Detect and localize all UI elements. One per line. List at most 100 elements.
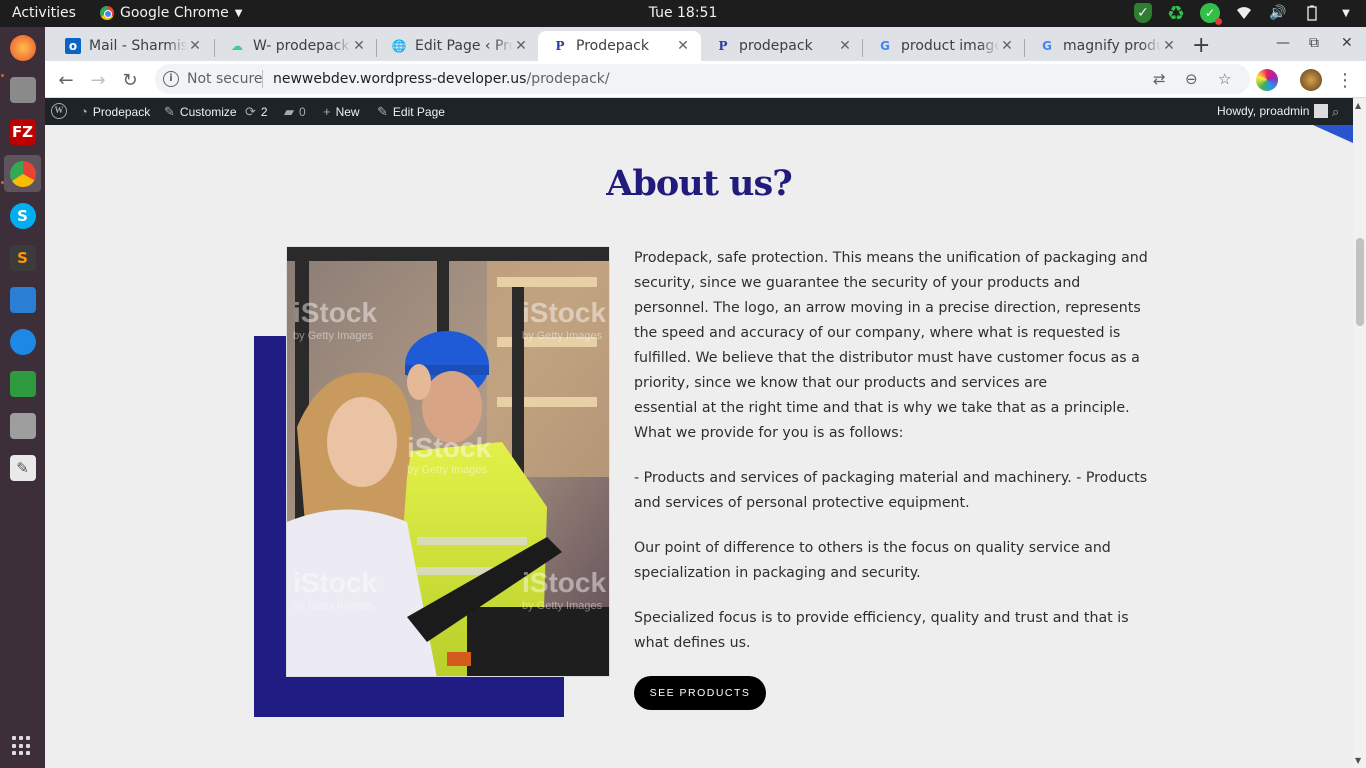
tab-product-image[interactable]: G product image ✕ [863, 31, 1025, 61]
text-editor-icon: ✎ [9, 454, 36, 481]
spreadsheet-icon [9, 370, 36, 397]
new-tab-button[interactable]: + [1192, 33, 1210, 58]
close-icon[interactable]: ✕ [351, 38, 367, 54]
minimize-button[interactable]: — [1276, 35, 1290, 51]
svg-text:by Getty Images: by Getty Images [522, 330, 603, 342]
libreoffice-writer-launcher[interactable] [4, 281, 41, 318]
network-launcher[interactable] [4, 323, 41, 360]
chrome-menu-icon[interactable]: ⋮ [1333, 68, 1357, 92]
volume-icon[interactable]: 🔊 [1268, 3, 1288, 23]
skype-launcher[interactable]: S [4, 197, 41, 234]
page-scrollbar[interactable]: ▲ ▼ [1353, 98, 1366, 768]
files-launcher[interactable] [4, 71, 41, 108]
tab-label: Edit Page ‹ Pro [415, 38, 513, 54]
sync-icon[interactable]: ♻ [1166, 1, 1186, 25]
filezilla-icon: FZ [9, 118, 36, 145]
comments-count: 0 [299, 105, 306, 119]
p-logo-icon: P [555, 39, 565, 53]
close-icon[interactable]: ✕ [675, 38, 691, 54]
info-icon[interactable]: i [163, 71, 179, 87]
wp-comments[interactable]: ▰ 0 [284, 104, 306, 120]
about-text: Prodepack, safe protection. This means t… [634, 246, 1149, 676]
bookmark-star-icon[interactable]: ☆ [1218, 70, 1231, 88]
security-label[interactable]: Not secure [187, 71, 263, 87]
updates-count: 2 [260, 105, 268, 119]
wp-new[interactable]: + New [323, 104, 360, 119]
url-path: /prodepack/ [526, 71, 610, 87]
close-icon[interactable]: ✕ [513, 38, 529, 54]
zoom-icon[interactable]: ⊖ [1185, 70, 1198, 88]
wp-search[interactable]: ⌕ [1332, 104, 1339, 120]
tab-magnify-product[interactable]: G magnify produc ✕ [1025, 31, 1187, 61]
spreadsheet-launcher[interactable] [4, 365, 41, 402]
translate-icon[interactable]: ⇄ [1153, 70, 1166, 88]
close-icon[interactable]: ✕ [1161, 38, 1177, 54]
about-paragraph: Specialized focus is to provide efficien… [634, 610, 1129, 651]
back-button[interactable]: ← [54, 68, 78, 92]
wp-edit-page[interactable]: ✎ Edit Page [377, 104, 445, 120]
svg-text:by Getty Images: by Getty Images [293, 330, 374, 342]
tab-prodepack-active[interactable]: P Prodepack ✕ [538, 31, 701, 61]
google-icon: G [880, 39, 890, 53]
tab-edit-page[interactable]: 🌐 Edit Page ‹ Pro ✕ [377, 31, 539, 61]
show-applications-icon[interactable] [12, 736, 32, 756]
url-text[interactable]: newwebdev.wordpress-developer.us/prodepa… [273, 71, 610, 87]
network-icon [9, 328, 36, 355]
corner-accent-decoration [1313, 125, 1353, 143]
activities-button[interactable]: Activities [12, 5, 76, 21]
tab-prodepack[interactable]: P prodepack ✕ [701, 31, 863, 61]
text-editor-launcher[interactable]: ✎ [4, 449, 41, 486]
skype-icon: S [9, 202, 36, 229]
chrome-icon [100, 6, 114, 20]
wp-my-account[interactable]: Howdy, proadmin [1217, 104, 1329, 118]
svg-text:iStock: iStock [522, 567, 606, 598]
shield-icon[interactable]: ✓ [1134, 3, 1152, 23]
tab-mail[interactable]: o Mail - Sharmist ✕ [51, 31, 213, 61]
address-bar[interactable]: i Not secure newwebdev.wordpress-develop… [155, 64, 1250, 94]
page-content: About us? iStock by Getty Images iStock … [45, 125, 1353, 768]
firefox-launcher[interactable] [4, 29, 41, 66]
battery-icon[interactable] [1302, 3, 1322, 23]
restore-button[interactable]: ⧉ [1309, 35, 1319, 51]
chevron-down-icon: ▼ [234, 7, 243, 19]
close-window-button[interactable]: ✕ [1341, 35, 1353, 51]
tab-w-prodepack[interactable]: ☁ W- prodepack ✕ [215, 31, 377, 61]
forward-button[interactable]: → [86, 68, 110, 92]
color-picker-extension-icon[interactable] [1256, 69, 1278, 91]
chrome-icon [9, 160, 36, 187]
app-menu-label: Google Chrome [120, 5, 229, 21]
system-tray: ✓ ♻ ✓ 🔊 ▼ [1134, 1, 1356, 25]
scroll-up-arrow-icon[interactable]: ▲ [1355, 101, 1361, 110]
wp-admin-bar: W ◔ Prodepack ✎ Customize ⟳ 2 ▰ 0 + New ✎ Edit… [45, 98, 1353, 125]
scrollbar-thumb[interactable] [1356, 238, 1364, 326]
check-status-icon[interactable]: ✓ [1200, 3, 1222, 25]
avatar [1314, 104, 1329, 118]
wp-logo-menu[interactable]: W [51, 103, 67, 119]
printer-launcher[interactable] [4, 407, 41, 444]
tab-label: W- prodepack [253, 38, 350, 54]
edit-page-label: Edit Page [392, 105, 445, 119]
close-icon[interactable]: ✕ [999, 38, 1015, 54]
sublime-text-icon: S [9, 244, 36, 271]
close-icon[interactable]: ✕ [187, 38, 203, 54]
power-menu-chevron-icon[interactable]: ▼ [1336, 3, 1356, 23]
reload-button[interactable]: ↻ [118, 68, 142, 92]
app-menu[interactable]: Google Chrome ▼ [100, 5, 242, 21]
profile-avatar[interactable] [1300, 69, 1322, 91]
greeting-label: Howdy, proadmin [1217, 104, 1310, 118]
ubuntu-dock: FZ S S ✎ [0, 27, 45, 768]
globe-icon: 🌐 [391, 39, 407, 53]
sublime-launcher[interactable]: S [4, 239, 41, 276]
tab-label: Mail - Sharmist [89, 38, 187, 54]
see-products-button[interactable]: SEE PRODUCTS [634, 676, 766, 710]
tab-label: magnify produc [1063, 38, 1161, 54]
close-icon[interactable]: ✕ [837, 38, 853, 54]
wp-customize[interactable]: ✎ Customize [164, 104, 237, 120]
wp-updates[interactable]: ⟳ 2 [245, 104, 268, 120]
wp-site-name[interactable]: ◔ Prodepack [80, 104, 150, 119]
scroll-down-arrow-icon[interactable]: ▼ [1355, 756, 1361, 765]
filezilla-launcher[interactable]: FZ [4, 113, 41, 150]
wifi-icon[interactable] [1234, 3, 1254, 23]
istock-watermark: iStock [293, 297, 377, 328]
chrome-launcher[interactable] [4, 155, 41, 192]
